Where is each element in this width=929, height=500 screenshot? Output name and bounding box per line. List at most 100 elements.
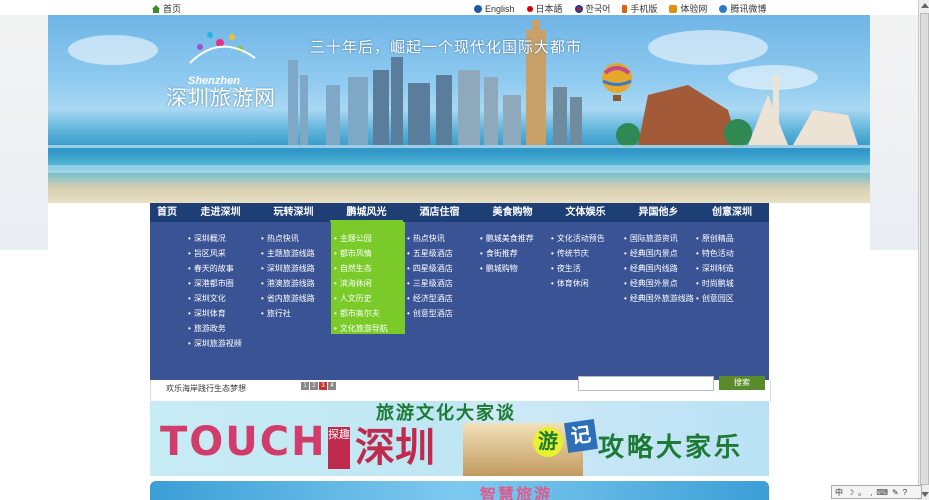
dropdown-item[interactable]: 深圳体育 xyxy=(188,306,242,321)
experience-icon xyxy=(669,4,678,13)
dropdown-column-about: 深圳概况 旨区风采 春天的故事 深港都市圈 深圳文化 深圳体育 旅游政务 深圳旅… xyxy=(188,231,242,351)
dropdown-item[interactable]: 创意园区 xyxy=(696,291,734,306)
dropdown-item[interactable]: 体育休闲 xyxy=(551,276,605,291)
dropdown-item[interactable]: 深圳旅游视频 xyxy=(188,336,242,351)
dropdown-item[interactable]: 创意型酒店 xyxy=(407,306,453,321)
nav-food-shopping[interactable]: 美食购物 xyxy=(476,203,549,222)
news-strip: 欢乐海岸践行生态梦想 1 2 3 4 搜索 xyxy=(150,376,771,402)
dropdown-item[interactable]: 经典国外旅游线路 xyxy=(624,291,694,306)
nav-hotels[interactable]: 酒店住宿 xyxy=(403,203,476,222)
dropdown-item[interactable]: 都市风情 xyxy=(334,246,405,261)
pager-button[interactable]: 2 xyxy=(310,382,318,390)
dropdown-item[interactable]: 四星级酒店 xyxy=(407,261,453,276)
dropdown-item[interactable]: 食街推荐 xyxy=(480,246,534,261)
dropdown-item[interactable]: 深圳制造 xyxy=(696,261,734,276)
main-navigation: 首页 走进深圳 玩转深圳 鹏城风光 酒店住宿 美食购物 文体娱乐 异国他乡 创意… xyxy=(150,203,769,222)
scroll-thumb[interactable] xyxy=(920,13,929,485)
dropdown-item[interactable]: 主题旅游线路 xyxy=(261,246,315,261)
dropdown-item[interactable]: 传统节庆 xyxy=(551,246,605,261)
dropdown-column-scenery-highlighted: 主题公园 都市风情 自然生态 滨海休闲 人文历史 都市高尔夫 文化旅游导航 xyxy=(331,222,405,334)
dropdown-item[interactable]: 原创精品 xyxy=(696,231,734,246)
dropdown-item[interactable]: 深圳文化 xyxy=(188,291,242,306)
smart-tourism-banner[interactable]: 智慧旅游 xyxy=(150,481,769,500)
dropdown-item[interactable]: 深圳旅游线路 xyxy=(261,261,315,276)
dropdown-item[interactable]: 经典国内线路 xyxy=(624,261,694,276)
search-button[interactable]: 搜索 xyxy=(719,376,765,390)
nav-entertainment[interactable]: 文体娱乐 xyxy=(549,203,622,222)
dropdown-item[interactable]: 夜生活 xyxy=(551,261,605,276)
scroll-down-arrow-icon[interactable] xyxy=(921,492,929,497)
vertical-scrollbar[interactable] xyxy=(918,0,929,500)
ime-comma[interactable]: , xyxy=(870,488,872,497)
experience-link-label: 体验网 xyxy=(680,4,708,14)
dropdown-column-creative: 原创精品 特色活动 深圳制造 时尚鹏城 创意园区 xyxy=(696,231,734,306)
globe-icon xyxy=(474,4,482,13)
pager-button[interactable]: 1 xyxy=(301,382,309,390)
tencent-weibo-link[interactable]: 腾讯微博 xyxy=(719,2,766,15)
dropdown-item[interactable]: 深圳概况 xyxy=(188,231,242,246)
pager-button[interactable]: 3 xyxy=(319,382,327,390)
korean-link[interactable]: 한국어 xyxy=(574,2,611,15)
dropdown-item[interactable]: 鹏城美食推荐 xyxy=(480,231,534,246)
mobile-icon xyxy=(622,4,628,13)
sea-horizon xyxy=(48,145,870,148)
ime-punctuation[interactable]: 。 xyxy=(858,487,866,498)
experience-link[interactable]: 体验网 xyxy=(669,2,707,15)
dropdown-item[interactable]: 特色活动 xyxy=(696,246,734,261)
nav-abroad[interactable]: 异国他乡 xyxy=(622,203,695,222)
dropdown-item[interactable]: 春天的故事 xyxy=(188,261,242,276)
site-title: 深圳旅游网 xyxy=(166,87,276,110)
home-link-label: 首页 xyxy=(163,4,182,14)
korean-link-label: 한국어 xyxy=(585,4,611,14)
dropdown-item[interactable]: 鹏城购物 xyxy=(480,261,534,276)
dropdown-item[interactable]: 旅游政务 xyxy=(188,321,242,336)
dropdown-item[interactable]: 文化活动预告 xyxy=(551,231,605,246)
promo-banner-touch-shenzhen[interactable]: 旅游文化大家谈 TOUCH 探趣 深圳 游 记 攻略大家乐 xyxy=(150,401,769,476)
news-headline-link[interactable]: 欢乐海岸践行生态梦想 xyxy=(166,383,246,394)
dropdown-item[interactable]: 都市高尔夫 xyxy=(334,306,405,321)
ime-keyboard-icon[interactable]: ⌨ xyxy=(876,488,888,497)
dropdown-item[interactable]: 五星级酒店 xyxy=(407,246,453,261)
left-page-background xyxy=(0,15,48,250)
japanese-link[interactable]: 日本語 xyxy=(526,2,563,15)
ime-pen-icon[interactable]: ✎ xyxy=(892,488,899,497)
scroll-up-arrow-icon[interactable] xyxy=(921,3,929,8)
dropdown-item[interactable]: 经典国外景点 xyxy=(624,276,694,291)
nav-about-shenzhen[interactable]: 走进深圳 xyxy=(184,203,257,222)
dropdown-item[interactable]: 国际旅游资讯 xyxy=(624,231,694,246)
wave-line xyxy=(48,165,870,173)
nav-play-shenzhen[interactable]: 玩转深圳 xyxy=(257,203,330,222)
dropdown-item[interactable]: 旨区风采 xyxy=(188,246,242,261)
dropdown-item[interactable]: 热点快讯 xyxy=(261,231,315,246)
dropdown-item[interactable]: 热点快讯 xyxy=(407,231,453,246)
dropdown-column-abroad: 国际旅游资讯 经典国内景点 经典国内线路 经典国外景点 经典国外旅游线路 xyxy=(624,231,694,306)
english-link[interactable]: English xyxy=(474,2,515,15)
pager-button[interactable]: 4 xyxy=(328,382,336,390)
ime-help-icon[interactable]: ? xyxy=(903,488,907,497)
search-input[interactable] xyxy=(578,376,714,391)
dropdown-item[interactable]: 主题公园 xyxy=(334,231,405,246)
dropdown-item[interactable]: 深港都市圈 xyxy=(188,276,242,291)
nav-home[interactable]: 首页 xyxy=(150,203,184,222)
dropdown-item[interactable]: 文化旅游导航 xyxy=(334,321,405,336)
shenzhen-logo-flower-icon xyxy=(189,32,256,64)
dropdown-item[interactable]: 时尚鹏城 xyxy=(696,276,734,291)
promo-guide-text: 攻略大家乐 xyxy=(598,432,744,462)
dropdown-item[interactable]: 港澳旅游线路 xyxy=(261,276,315,291)
dropdown-item[interactable]: 三星级酒店 xyxy=(407,276,453,291)
dropdown-item[interactable]: 经济型酒店 xyxy=(407,291,453,306)
ime-chinese-mode[interactable]: 中 xyxy=(835,487,843,498)
dropdown-item[interactable]: 经典国内景点 xyxy=(624,246,694,261)
mobile-link[interactable]: 手机版 xyxy=(622,2,657,15)
promo-ji-badge: 记 xyxy=(564,419,598,453)
dropdown-item[interactable]: 自然生态 xyxy=(334,261,405,276)
nav-creative[interactable]: 创意深圳 xyxy=(695,203,769,222)
news-pager: 1 2 3 4 xyxy=(301,382,336,390)
dropdown-item[interactable]: 人文历史 xyxy=(334,291,405,306)
ime-moon-icon[interactable]: ☽ xyxy=(847,488,854,497)
home-link[interactable]: 首页 xyxy=(152,2,181,15)
dropdown-item[interactable]: 滨海休闲 xyxy=(334,276,405,291)
dropdown-item[interactable]: 旅行社 xyxy=(261,306,315,321)
nav-scenery[interactable]: 鹏城风光 xyxy=(330,203,403,222)
dropdown-item[interactable]: 省内旅游线路 xyxy=(261,291,315,306)
